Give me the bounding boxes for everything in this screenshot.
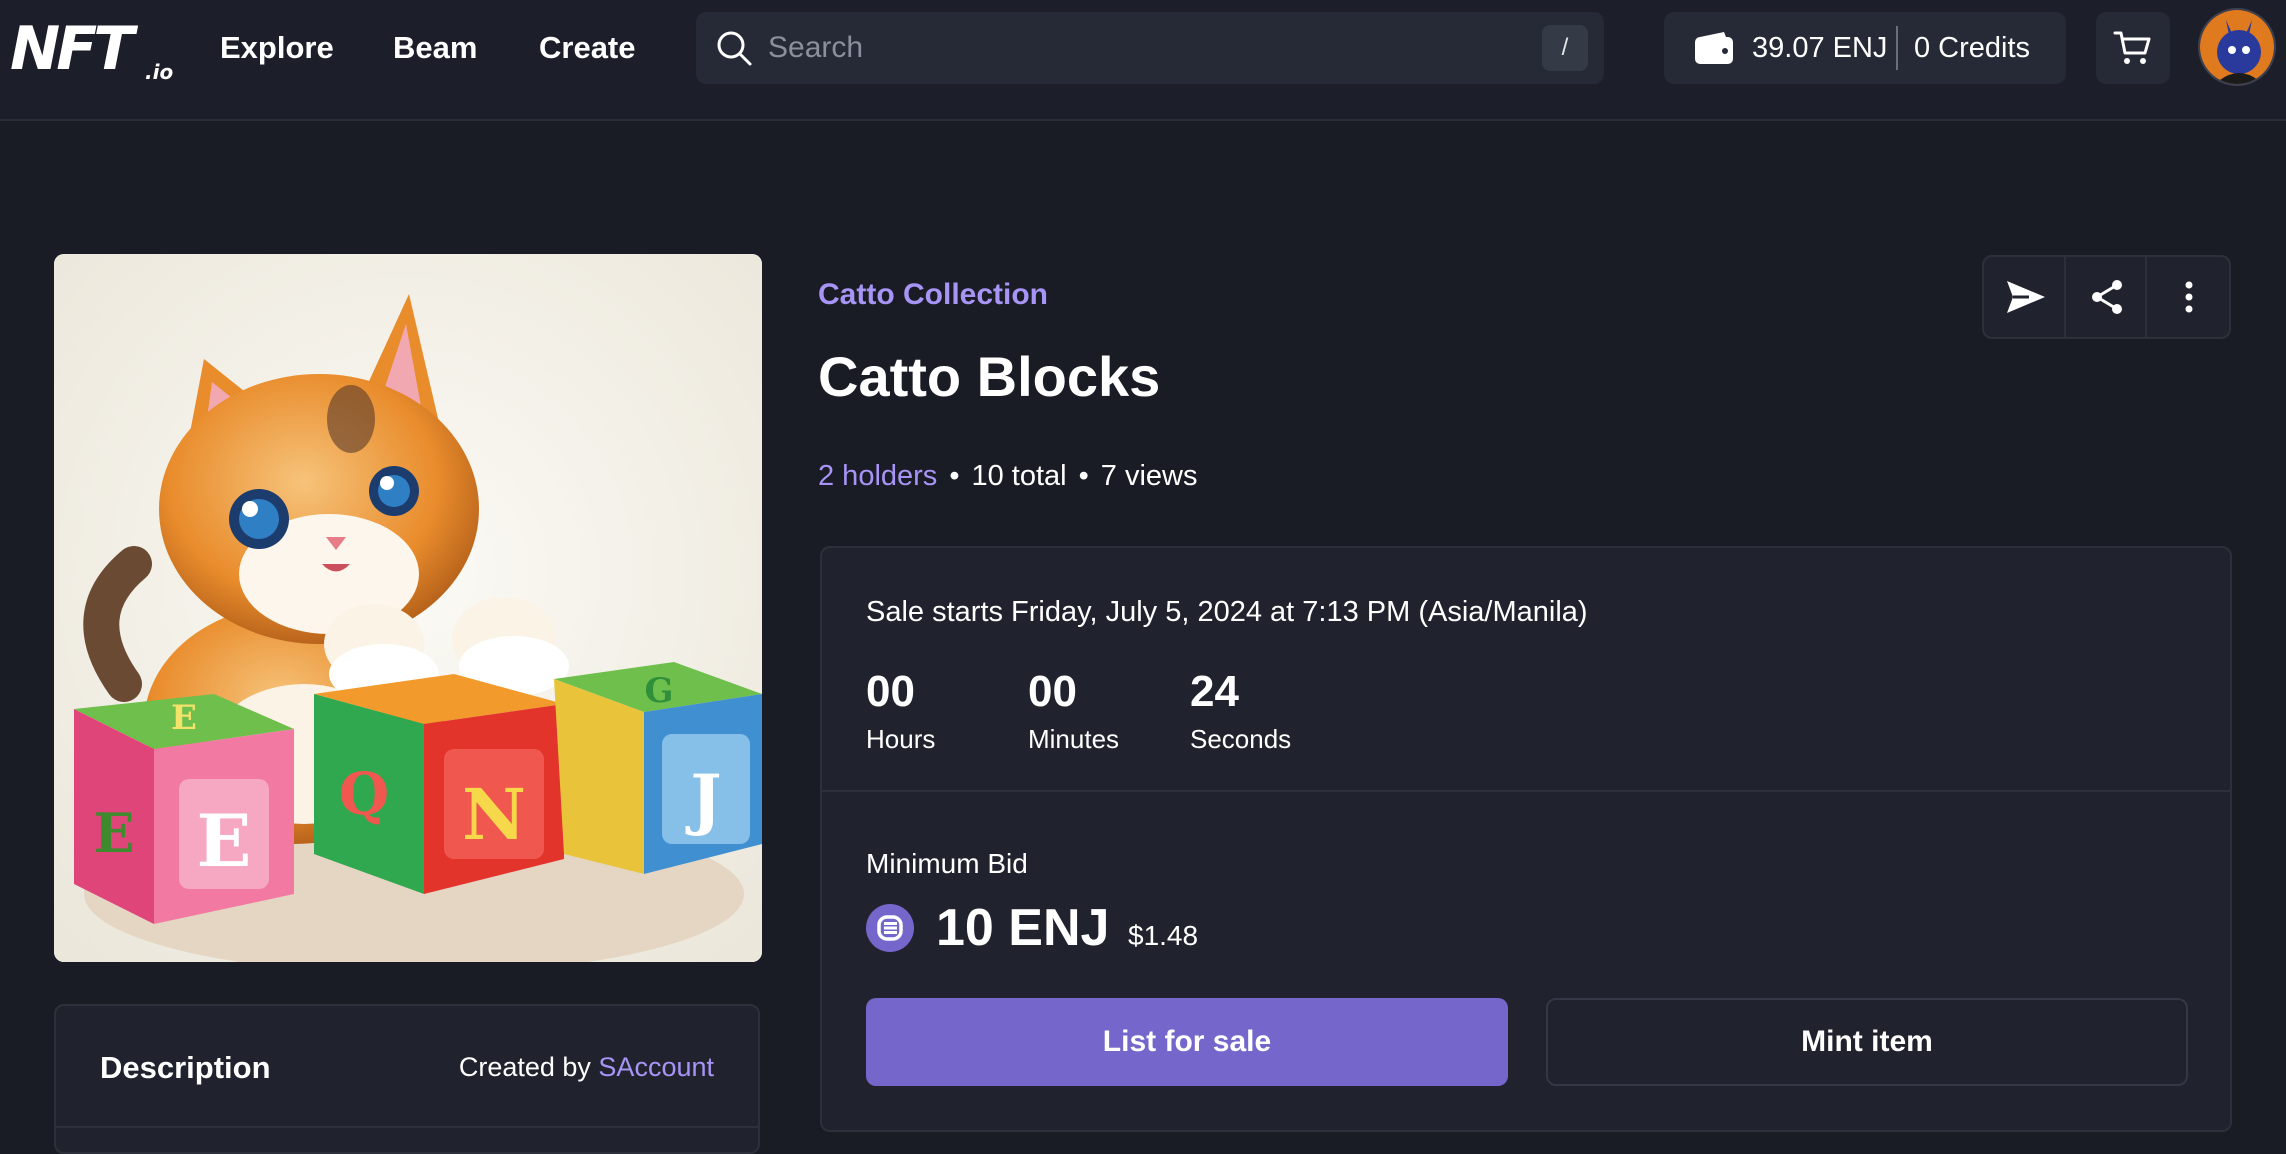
avatar-image: [2200, 10, 2274, 84]
countdown-value: 00: [866, 667, 915, 716]
sale-start-time: Sale starts Friday, July 5, 2024 at 7:13…: [866, 596, 1588, 628]
svg-text:Q: Q: [339, 760, 390, 828]
block-pink: E E E: [74, 694, 294, 924]
share-icon: [2091, 280, 2122, 314]
nav-explore[interactable]: Explore: [220, 28, 334, 68]
stat-separator: •: [1078, 460, 1089, 492]
holders-link[interactable]: 2 holders: [818, 460, 937, 492]
search-shortcut-key: /: [1542, 25, 1588, 71]
svg-text:E: E: [93, 801, 134, 865]
item-title: Catto Blocks: [818, 345, 1161, 408]
wallet-balance[interactable]: 39.07 ENJ 0 Credits: [1664, 12, 2066, 84]
nft-image: E E E N Q J G: [54, 254, 762, 962]
stat-separator: •: [949, 460, 960, 492]
countdown-seconds: 24 Seconds: [1190, 666, 1291, 755]
cart-button[interactable]: [2096, 12, 2170, 84]
created-by-label: Created by: [458, 1052, 591, 1082]
search-bar[interactable]: /: [696, 12, 1604, 84]
minimum-bid-label: Minimum Bid: [866, 848, 1028, 879]
block-blue: J G: [554, 662, 762, 874]
more-vertical-icon: [2185, 281, 2193, 313]
nft-io-logo[interactable]: NFT .io: [10, 14, 180, 84]
countdown-label: Minutes: [1028, 724, 1120, 754]
search-icon: [717, 31, 752, 66]
countdown-minutes: 00 Minutes: [1028, 666, 1119, 755]
logo-text: NFT: [10, 14, 134, 84]
svg-text:E: E: [171, 698, 197, 738]
wallet-divider: [1896, 26, 1898, 70]
svg-text:J: J: [685, 760, 721, 838]
item-actions: [1982, 255, 2231, 339]
description-title: Description: [100, 1050, 271, 1085]
list-for-sale-button[interactable]: List for sale: [866, 998, 1508, 1086]
countdown-value: 00: [1028, 667, 1077, 716]
minimum-bid-price: 10 ENJ: [936, 899, 1110, 957]
creator-link[interactable]: SAccount: [598, 1052, 714, 1082]
top-navigation-bar: NFT .io Explore Beam Create / 39.07 ENJ …: [0, 0, 2286, 121]
wallet-icon: [1695, 32, 1733, 64]
logo-suffix: .io: [145, 60, 174, 84]
sale-card: Sale starts Friday, July 5, 2024 at 7:13…: [820, 546, 2232, 1132]
send-icon: [2007, 281, 2045, 313]
svg-text:G: G: [644, 671, 673, 711]
item-stats: 2 holders • 10 total • 7 views: [818, 460, 1197, 493]
nav-beam[interactable]: Beam: [393, 28, 477, 68]
more-options-button[interactable]: [2147, 257, 2229, 337]
kitten-blocks-illustration: E E E N Q J G: [54, 254, 762, 962]
share-button[interactable]: [2066, 257, 2148, 337]
search-input[interactable]: [768, 22, 1468, 74]
mint-item-button[interactable]: Mint item: [1546, 998, 2188, 1086]
cart-icon: [2113, 31, 2151, 64]
countdown-hours: 00 Hours: [866, 666, 935, 755]
views-count: 7 views: [1100, 460, 1198, 492]
collection-link[interactable]: Catto Collection: [818, 278, 1048, 312]
created-by: Created by SAccount: [459, 1052, 714, 1083]
description-divider: [56, 1126, 758, 1128]
description-card: Description Created by SAccount: [54, 1004, 760, 1154]
block-red: N Q: [314, 674, 564, 894]
enj-balance: 39.07 ENJ: [1752, 32, 1888, 64]
user-avatar[interactable]: [2198, 8, 2276, 86]
countdown-label: Hours: [866, 724, 936, 754]
nav-create[interactable]: Create: [539, 28, 636, 68]
countdown-value: 24: [1190, 667, 1239, 716]
svg-text:N: N: [462, 773, 526, 856]
svg-text:E: E: [197, 798, 252, 883]
total-count: 10 total: [971, 460, 1067, 492]
credits-balance: 0 Credits: [1914, 32, 2031, 64]
transfer-button[interactable]: [1984, 257, 2066, 337]
minimum-bid-usd: $1.48: [1128, 920, 1199, 951]
countdown-label: Seconds: [1190, 724, 1292, 754]
enj-token-icon: [866, 904, 914, 952]
sale-divider: [822, 790, 2230, 792]
